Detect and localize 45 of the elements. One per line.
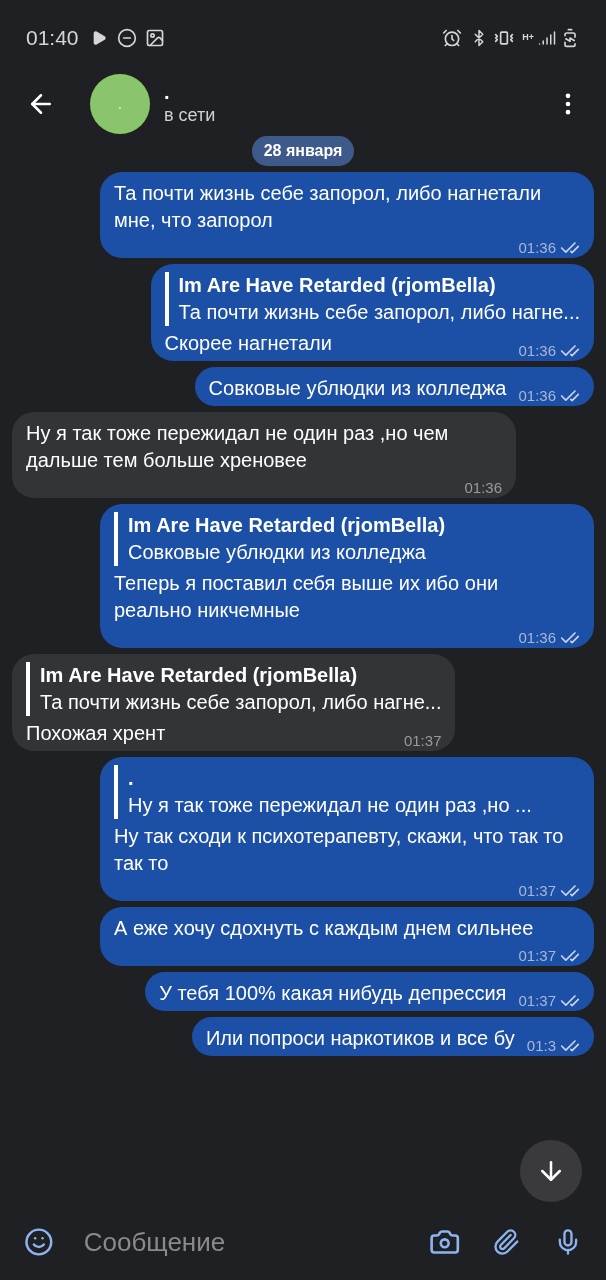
- message-time: 01:36: [464, 478, 502, 498]
- reply-text: Та почти жизнь себе запорол, либо нагне...: [40, 690, 442, 715]
- signal-icon: [538, 29, 556, 47]
- alarm-icon: [442, 28, 463, 48]
- reply-author: Im Are Have Retarded (rjomBella): [40, 663, 359, 688]
- message-time: 01:3: [526, 1036, 556, 1056]
- vibrate-icon: [494, 28, 515, 48]
- message-text: Совковые ублюдки из колледжа: [208, 376, 507, 401]
- message-time: 01:37: [518, 881, 556, 901]
- message-text: Теперь я поставил себя выше их ибо они реально никчемные: [114, 571, 500, 623]
- message-text: Та почти жизнь себе запорол, либо нагнетали мне, что запорол: [114, 181, 543, 233]
- message-text: Ну я так тоже пережидал не один раз ,но чем дальше тем больше хреновее: [26, 421, 450, 473]
- paperclip-icon[interactable]: [492, 1226, 521, 1258]
- quoted-reply[interactable]: . Ну я так тоже пережидал не один раз ,но ...: [114, 765, 580, 819]
- contact-status: в сети: [164, 104, 216, 127]
- emoji-icon[interactable]: [24, 1225, 54, 1259]
- message-time: 01:37: [518, 991, 556, 1011]
- message-time: 01:36: [518, 238, 556, 258]
- quoted-reply[interactable]: Im Are Have Retarded (rjomBella) Совковые ублюдки из колледжа: [114, 512, 580, 566]
- message-text: У тебя 100% какая нибудь депрессия: [159, 981, 507, 1006]
- message-text: Похожая хрент: [26, 721, 166, 746]
- quoted-reply[interactable]: Im Are Have Retarded (rjomBella) Та почти жизнь себе запорол, либо нагне...: [164, 272, 580, 326]
- reply-author: .: [128, 766, 135, 791]
- network-type: H+: [522, 31, 534, 45]
- date-badge: 28 января: [251, 136, 355, 166]
- reply-text: Ну я так тоже пережидал не один раз ,но ...: [128, 793, 533, 818]
- message-time: 01:36: [518, 628, 556, 648]
- reply-text: Совковые ублюдки из колледжа: [128, 540, 427, 565]
- reply-author: Im Are Have Retarded (rjomBella): [128, 513, 447, 538]
- status-time: 01:40: [26, 25, 79, 52]
- message-text: Или попроси наркотиков и все бу: [205, 1026, 515, 1051]
- image-icon: [144, 28, 165, 48]
- message-time: 01:37: [518, 946, 556, 966]
- reply-text: Та почти жизнь себе запорол, либо нагне...: [178, 300, 580, 325]
- quoted-reply[interactable]: Im Are Have Retarded (rjomBella) Та почти жизнь себе запорол, либо нагне...: [26, 662, 442, 716]
- contact-name: .: [164, 81, 171, 103]
- reply-author: Im Are Have Retarded (rjomBella): [178, 273, 497, 298]
- message-field[interactable]: Сообщение: [83, 1222, 419, 1262]
- message-text: Скорее нагнетали: [164, 331, 332, 356]
- do-not-disturb-icon: [116, 28, 137, 48]
- message-text: А еже хочу сдохнуть с каждым днем сильнее: [114, 916, 534, 941]
- message-time: 01:37: [403, 731, 442, 751]
- message-time: 01:36: [518, 386, 556, 406]
- message-time: 01:36: [518, 341, 556, 361]
- message-text: Ну так сходи к психотерапевту, скажи, что так то так то: [114, 824, 565, 876]
